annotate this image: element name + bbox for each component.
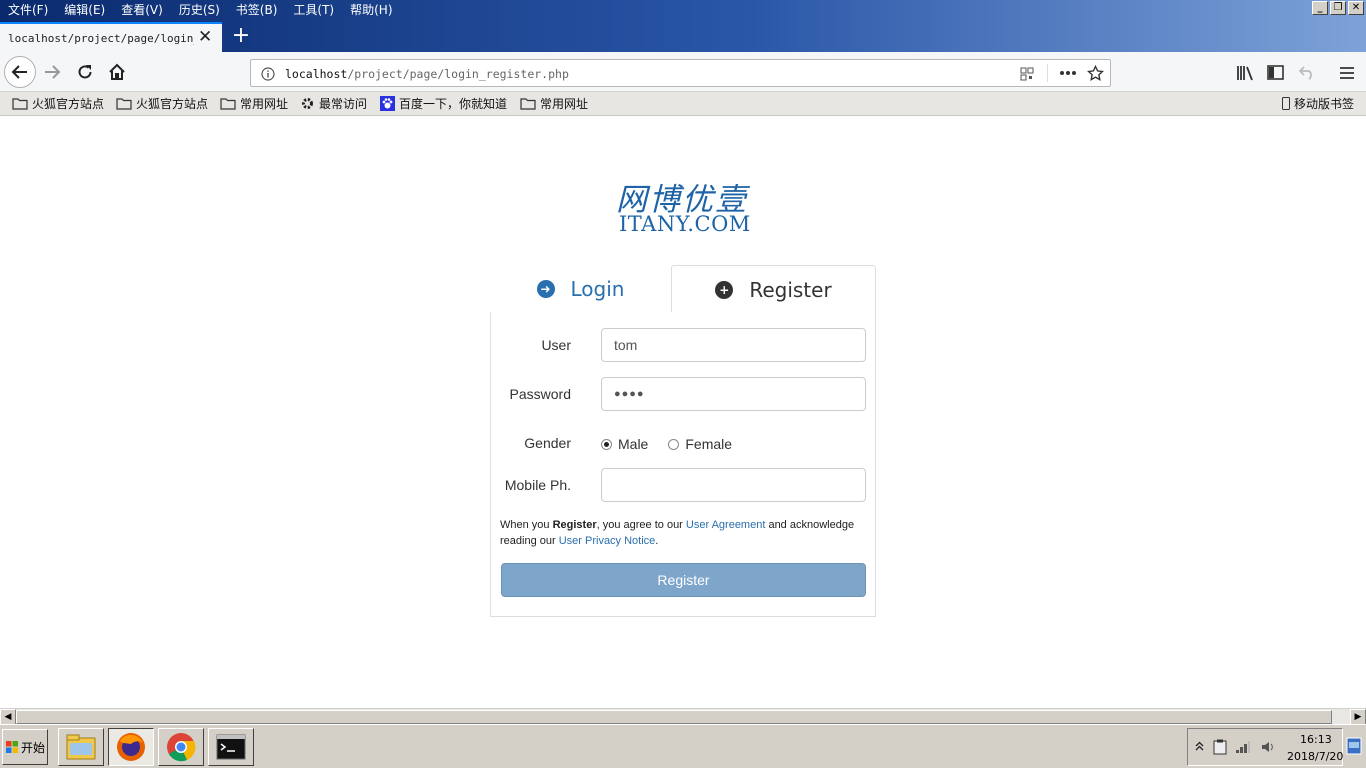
plus-circle-icon: +: [715, 280, 734, 299]
reload-icon: [78, 65, 92, 79]
register-submit-button[interactable]: Register: [501, 563, 866, 597]
taskbar-cmd[interactable]: [208, 728, 254, 766]
close-window-button[interactable]: ✕: [1348, 1, 1364, 15]
network-icon[interactable]: [1235, 740, 1251, 754]
back-button[interactable]: [4, 56, 36, 88]
back-arrow-icon: [11, 65, 27, 79]
horizontal-scrollbar[interactable]: ◀ ▶: [0, 708, 1366, 725]
forward-button[interactable]: [38, 58, 66, 86]
taskbar-chrome[interactable]: [158, 728, 204, 766]
menu-edit[interactable]: 编辑(E): [56, 0, 113, 20]
browser-tab[interactable]: localhost/project/page/login_re ✕: [0, 22, 222, 52]
user-label: User: [541, 337, 571, 353]
show-desktop-icon[interactable]: [1346, 737, 1362, 755]
url-bar[interactable]: localhost/project/page/login_register.ph…: [250, 59, 1111, 87]
register-form: User tom Password ●●●● Gender Male Femal…: [490, 312, 876, 617]
url-divider: [1047, 64, 1048, 82]
qr-code-icon[interactable]: [1020, 67, 1034, 81]
password-label: Password: [509, 386, 571, 402]
bookmark-folder[interactable]: 火狐官方站点: [116, 95, 208, 112]
tab-title: localhost/project/page/login_re: [8, 32, 194, 45]
library-icon[interactable]: [1236, 65, 1254, 81]
folder-icon: [12, 98, 28, 110]
minimize-button[interactable]: _: [1312, 1, 1328, 15]
system-tray: 16:13 2018/7/20: [1187, 728, 1343, 766]
scrollbar-thumb[interactable]: [16, 710, 1332, 724]
tab-login[interactable]: ➜ Login: [490, 266, 671, 312]
new-tab-button[interactable]: +: [230, 22, 252, 50]
window-controls: _ ❐ ✕: [1312, 1, 1364, 15]
menu-file[interactable]: 文件(F): [0, 0, 56, 20]
tab-close-button[interactable]: ✕: [198, 27, 212, 47]
password-input[interactable]: ●●●●: [601, 377, 866, 411]
gender-female-label: Female: [685, 436, 733, 452]
info-icon[interactable]: [261, 67, 275, 81]
taskbar: 开始 16:13 2018/7/20: [0, 724, 1366, 768]
folder-icon: [520, 98, 536, 110]
restore-button[interactable]: ❐: [1330, 1, 1346, 15]
mobile-label: Mobile Ph.: [504, 477, 571, 493]
menu-bar: 文件(F) 编辑(E) 查看(V) 历史(S) 书签(B) 工具(T) 帮助(H…: [0, 0, 401, 20]
tab-login-label: Login: [570, 277, 625, 301]
menu-history[interactable]: 历史(S): [171, 0, 228, 20]
folder-icon: [220, 98, 236, 110]
bookmark-folder[interactable]: 常用网址: [520, 95, 588, 112]
reload-button[interactable]: [71, 58, 99, 86]
page-content: 网博优壹 ITANY.COM ➜ Login + Register User t…: [0, 116, 1366, 708]
tab-register[interactable]: + Register: [671, 265, 876, 313]
menu-help[interactable]: 帮助(H): [342, 0, 400, 20]
gear-icon: [302, 98, 313, 109]
bookmark-folder[interactable]: 火狐官方站点: [12, 95, 104, 112]
windows-logo-icon: [5, 741, 18, 753]
menu-hamburger-icon[interactable]: [1339, 66, 1355, 80]
bookmark-star-icon[interactable]: [1087, 65, 1104, 82]
undo-icon[interactable]: [1299, 65, 1316, 80]
agreement-text: When you Register, you agree to our User…: [500, 519, 855, 547]
bookmark-baidu[interactable]: 百度一下，你就知道: [380, 95, 507, 112]
tray-expand-icon[interactable]: [1195, 741, 1204, 751]
menu-bookmarks[interactable]: 书签(B): [228, 0, 286, 20]
clock-date: 2018/7/20: [1287, 750, 1344, 763]
privacy-notice-link[interactable]: User Privacy Notice: [559, 535, 656, 547]
user-agreement-link[interactable]: User Agreement: [686, 519, 765, 531]
page-actions-icon[interactable]: [1059, 70, 1077, 76]
gender-label: Gender: [524, 435, 571, 451]
bookmark-most-visited[interactable]: 最常访问: [300, 95, 367, 112]
baidu-paw-icon: [380, 96, 395, 111]
sidebar-icon[interactable]: [1267, 65, 1284, 80]
chrome-icon: [167, 733, 196, 762]
scroll-right-button[interactable]: ▶: [1350, 709, 1366, 725]
clipboard-icon[interactable]: [1213, 739, 1227, 755]
tab-register-label: Register: [749, 277, 832, 302]
bookmarks-bar: 火狐官方站点 火狐官方站点 常用网址 最常访问 百度一下，你就知道 常用网址 移…: [0, 92, 1366, 116]
forward-arrow-icon: [45, 65, 61, 79]
home-icon: [109, 63, 125, 80]
nav-bar: localhost/project/page/login_register.ph…: [0, 52, 1366, 92]
bookmark-folder[interactable]: 常用网址: [220, 95, 288, 112]
taskbar-firefox[interactable]: [108, 728, 154, 766]
taskbar-explorer[interactable]: [58, 728, 104, 766]
url-text: localhost/project/page/login_register.ph…: [285, 67, 569, 81]
gender-options: Male Female: [601, 436, 732, 452]
arrow-right-circle-icon: ➜: [536, 280, 555, 298]
mobile-bookmarks[interactable]: 移动版书签: [1282, 95, 1354, 112]
volume-icon[interactable]: [1261, 740, 1275, 754]
clock-time: 16:13: [1300, 733, 1332, 746]
scroll-left-button[interactable]: ◀: [0, 709, 16, 725]
firefox-icon: [117, 733, 145, 761]
gender-male-label: Male: [618, 436, 649, 452]
folder-icon: [116, 98, 132, 110]
start-button[interactable]: 开始: [2, 729, 48, 765]
menu-tools[interactable]: 工具(T): [285, 0, 342, 20]
gender-male-radio[interactable]: [601, 438, 612, 450]
gender-female-radio[interactable]: [668, 438, 680, 450]
command-prompt-icon: [216, 734, 246, 760]
phone-icon: [1282, 97, 1290, 110]
user-input[interactable]: tom: [601, 328, 866, 362]
mobile-input[interactable]: [601, 468, 866, 502]
logo-english: ITANY.COM: [619, 212, 751, 236]
home-button[interactable]: [103, 58, 131, 86]
menu-view[interactable]: 查看(V): [113, 0, 171, 20]
file-explorer-icon: [66, 734, 96, 760]
